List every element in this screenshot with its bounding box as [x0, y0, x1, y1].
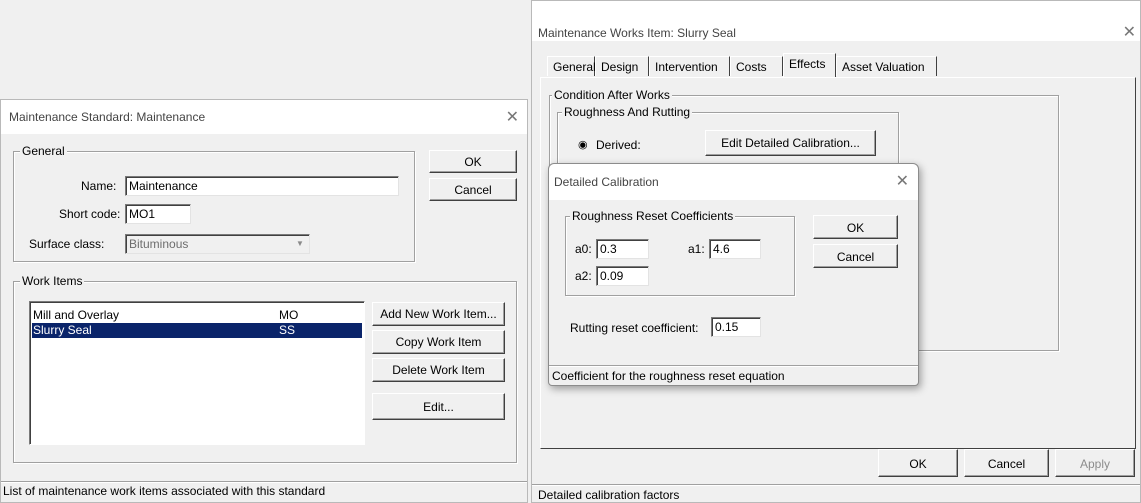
work-item-name: Slurry Seal [33, 323, 92, 337]
status-bar-text: Coefficient for the roughness reset equa… [552, 369, 785, 383]
surface-class-label: Surface class: [29, 237, 105, 251]
dialog-title: Detailed Calibration [554, 175, 659, 189]
close-icon[interactable]: ✕ [896, 171, 909, 191]
list-item[interactable]: Slurry Seal SS [31, 322, 363, 339]
a1-label: a1: [688, 242, 705, 256]
tab-label: Costs [736, 60, 767, 74]
close-icon[interactable]: ✕ [1123, 22, 1136, 42]
edit-button[interactable]: Edit... [372, 393, 505, 420]
work-item-code: SS [279, 323, 296, 337]
ok-button-label: OK [846, 221, 865, 235]
rutting-reset-field[interactable]: 0.15 [711, 317, 761, 337]
tab-general[interactable]: General [547, 56, 596, 76]
cancel-button-label: Cancel [987, 457, 1026, 471]
a0-field[interactable]: 0.3 [596, 239, 649, 259]
status-bar-divider [1, 481, 527, 482]
edit-detailed-calibration-label: Edit Detailed Calibration... [721, 136, 860, 150]
a0-label: a0: [575, 242, 592, 256]
chevron-down-icon[interactable]: ▼ [292, 236, 308, 252]
rutting-reset-label: Rutting reset coefficient: [570, 321, 699, 335]
apply-button-label: Apply [1079, 457, 1111, 471]
a2-label: a2: [575, 269, 592, 283]
title-bar: Detailed Calibration ✕ [549, 164, 918, 200]
tab-strip: General Design Intervention Costs Effect… [547, 53, 1127, 77]
ok-button-label: OK [464, 155, 482, 169]
tab-costs[interactable]: Costs [730, 56, 783, 76]
copy-work-item-label: Copy Work Item [395, 335, 482, 349]
work-items-list[interactable]: Mill and Overlay MO Slurry Seal SS [29, 301, 365, 445]
ok-button[interactable]: OK [429, 150, 517, 173]
add-new-work-item-label: Add New Work Item... [380, 307, 497, 321]
cancel-button[interactable]: Cancel [813, 244, 898, 268]
title-bar: Maintenance Standard: Maintenance ✕ [1, 100, 527, 134]
ok-button-label: OK [909, 457, 927, 471]
tab-intervention[interactable]: Intervention [649, 56, 730, 76]
roughness-rutting-label: Roughness And Rutting [562, 105, 693, 119]
dialog-title: Maintenance Works Item: Slurry Seal [538, 26, 736, 40]
tab-label: Asset Valuation [842, 60, 925, 74]
apply-button[interactable]: Apply [1055, 449, 1135, 477]
work-item-name: Mill and Overlay [33, 308, 120, 322]
maintenance-standard-dialog: Maintenance Standard: Maintenance ✕ Gene… [0, 99, 528, 503]
name-label: Name: [81, 179, 117, 193]
delete-work-item-label: Delete Work Item [392, 363, 485, 377]
cancel-button[interactable]: Cancel [429, 178, 517, 201]
work-items-group: Work Items Mill and Overlay MO Slurry Se… [13, 274, 517, 463]
detailed-calibration-dialog: Detailed Calibration ✕ Roughness Reset C… [548, 163, 919, 386]
roughness-reset-coefficients-group: Roughness Reset Coefficients a0: 0.3 a1:… [565, 209, 795, 296]
roughness-reset-coefficients-label: Roughness Reset Coefficients [570, 209, 736, 223]
status-bar-divider [549, 365, 918, 366]
dialog-title: Maintenance Standard: Maintenance [9, 110, 206, 124]
ok-button[interactable]: OK [878, 449, 958, 477]
general-group-label: General [20, 144, 67, 158]
title-bar: Maintenance Works Item: Slurry Seal ✕ [532, 1, 1140, 41]
list-item[interactable]: Mill and Overlay MO [32, 308, 362, 323]
cancel-button-label: Cancel [836, 250, 875, 264]
name-field[interactable]: Maintenance [125, 176, 399, 196]
work-item-code: MO [279, 308, 299, 322]
add-new-work-item-button[interactable]: Add New Work Item... [372, 302, 505, 326]
delete-work-item-button[interactable]: Delete Work Item [372, 358, 505, 382]
work-items-group-label: Work Items [20, 274, 85, 288]
tab-design[interactable]: Design [595, 56, 649, 76]
close-icon[interactable]: ✕ [506, 107, 519, 127]
cancel-button[interactable]: Cancel [964, 449, 1049, 477]
tab-asset-valuation[interactable]: Asset Valuation [836, 56, 937, 76]
derived-label: Derived: [596, 138, 641, 152]
general-group: General Name: Maintenance Short code: MO… [13, 144, 415, 262]
tab-label: General [553, 60, 596, 74]
derived-radio[interactable]: ◉ [578, 138, 588, 151]
short-code-label: Short code: [59, 207, 121, 221]
tab-label: Effects [789, 57, 826, 71]
tab-label: Intervention [655, 60, 718, 74]
copy-work-item-button[interactable]: Copy Work Item [372, 330, 505, 354]
condition-after-works-label: Condition After Works [552, 88, 672, 102]
a1-field[interactable]: 4.6 [709, 239, 761, 259]
short-code-field[interactable]: MO1 [125, 204, 191, 224]
ok-button[interactable]: OK [813, 215, 898, 239]
tab-effects[interactable]: Effects [783, 53, 836, 77]
status-bar-text: Detailed calibration factors [538, 488, 680, 502]
surface-class-select[interactable]: Bituminous ▼ [125, 234, 310, 254]
edit-button-label: Edit... [423, 400, 454, 414]
a2-field[interactable]: 0.09 [596, 266, 649, 286]
status-bar-divider [532, 484, 1140, 485]
surface-class-value: Bituminous [129, 237, 189, 251]
tab-label: Design [601, 60, 639, 74]
cancel-button-label: Cancel [454, 183, 492, 197]
edit-detailed-calibration-button[interactable]: Edit Detailed Calibration... [705, 130, 876, 156]
status-bar-text: List of maintenance work items associate… [3, 484, 326, 498]
